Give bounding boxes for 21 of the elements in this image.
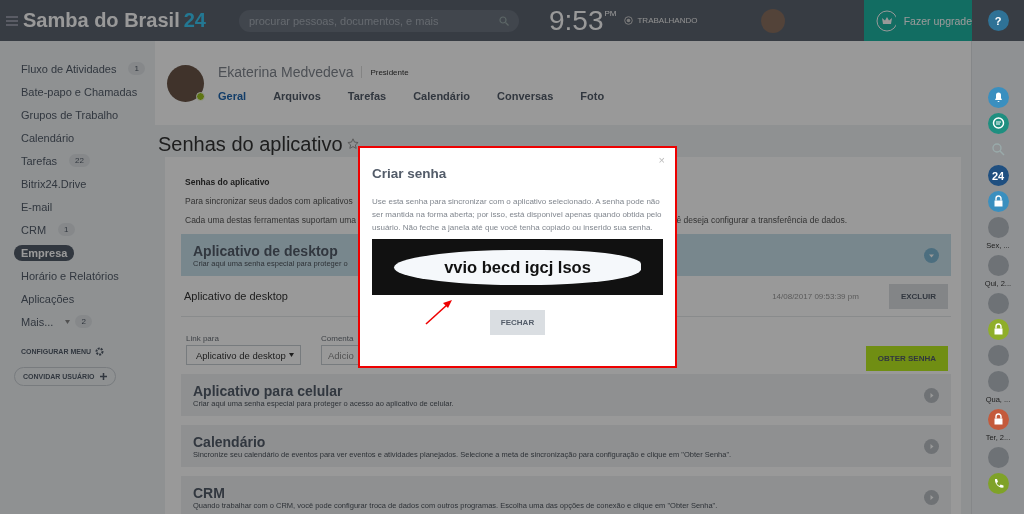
section-heading: Senhas do aplicativo bbox=[185, 177, 271, 187]
field-label: Comenta bbox=[321, 333, 355, 343]
intro-text: ê deseja configurar a transferência de dados. bbox=[676, 215, 847, 225]
counter: 2 bbox=[75, 315, 92, 328]
intro-text: Cada uma destas ferramentas suportam uma bbox=[185, 215, 357, 225]
page-title: Senhas do aplicativo bbox=[158, 132, 343, 156]
counter: 1 bbox=[128, 62, 145, 75]
password-name: Aplicativo de desktop bbox=[184, 290, 289, 302]
counter: 1 bbox=[58, 223, 75, 236]
dialog-text: Use esta senha para sincronizar com o aplicativo selecionado. A senha pode não ser mantida na forma aberta; por isso, está disponível apenas quando obtida pelo usuário. Não feche a janela até que você tenha copiado ou inserido sua senha. bbox=[372, 196, 663, 234]
intro-text: Para sincronizar seus dados com aplicativos bbox=[185, 196, 353, 206]
field-label: Link para bbox=[186, 334, 220, 343]
section-title: Aplicativo para celular bbox=[193, 382, 344, 399]
dialog-title: Criar senha bbox=[372, 166, 448, 181]
profile-name: Ekaterina Medvedeva bbox=[218, 64, 354, 80]
section-title: Aplicativo de desktop bbox=[193, 242, 339, 259]
password-text: vvio becd igcj lsos bbox=[394, 249, 641, 285]
profile-role: Presidente bbox=[370, 67, 409, 77]
section-title: Calendário bbox=[193, 433, 267, 450]
counter: 22 bbox=[69, 154, 90, 167]
section-title: CRM bbox=[193, 484, 226, 501]
